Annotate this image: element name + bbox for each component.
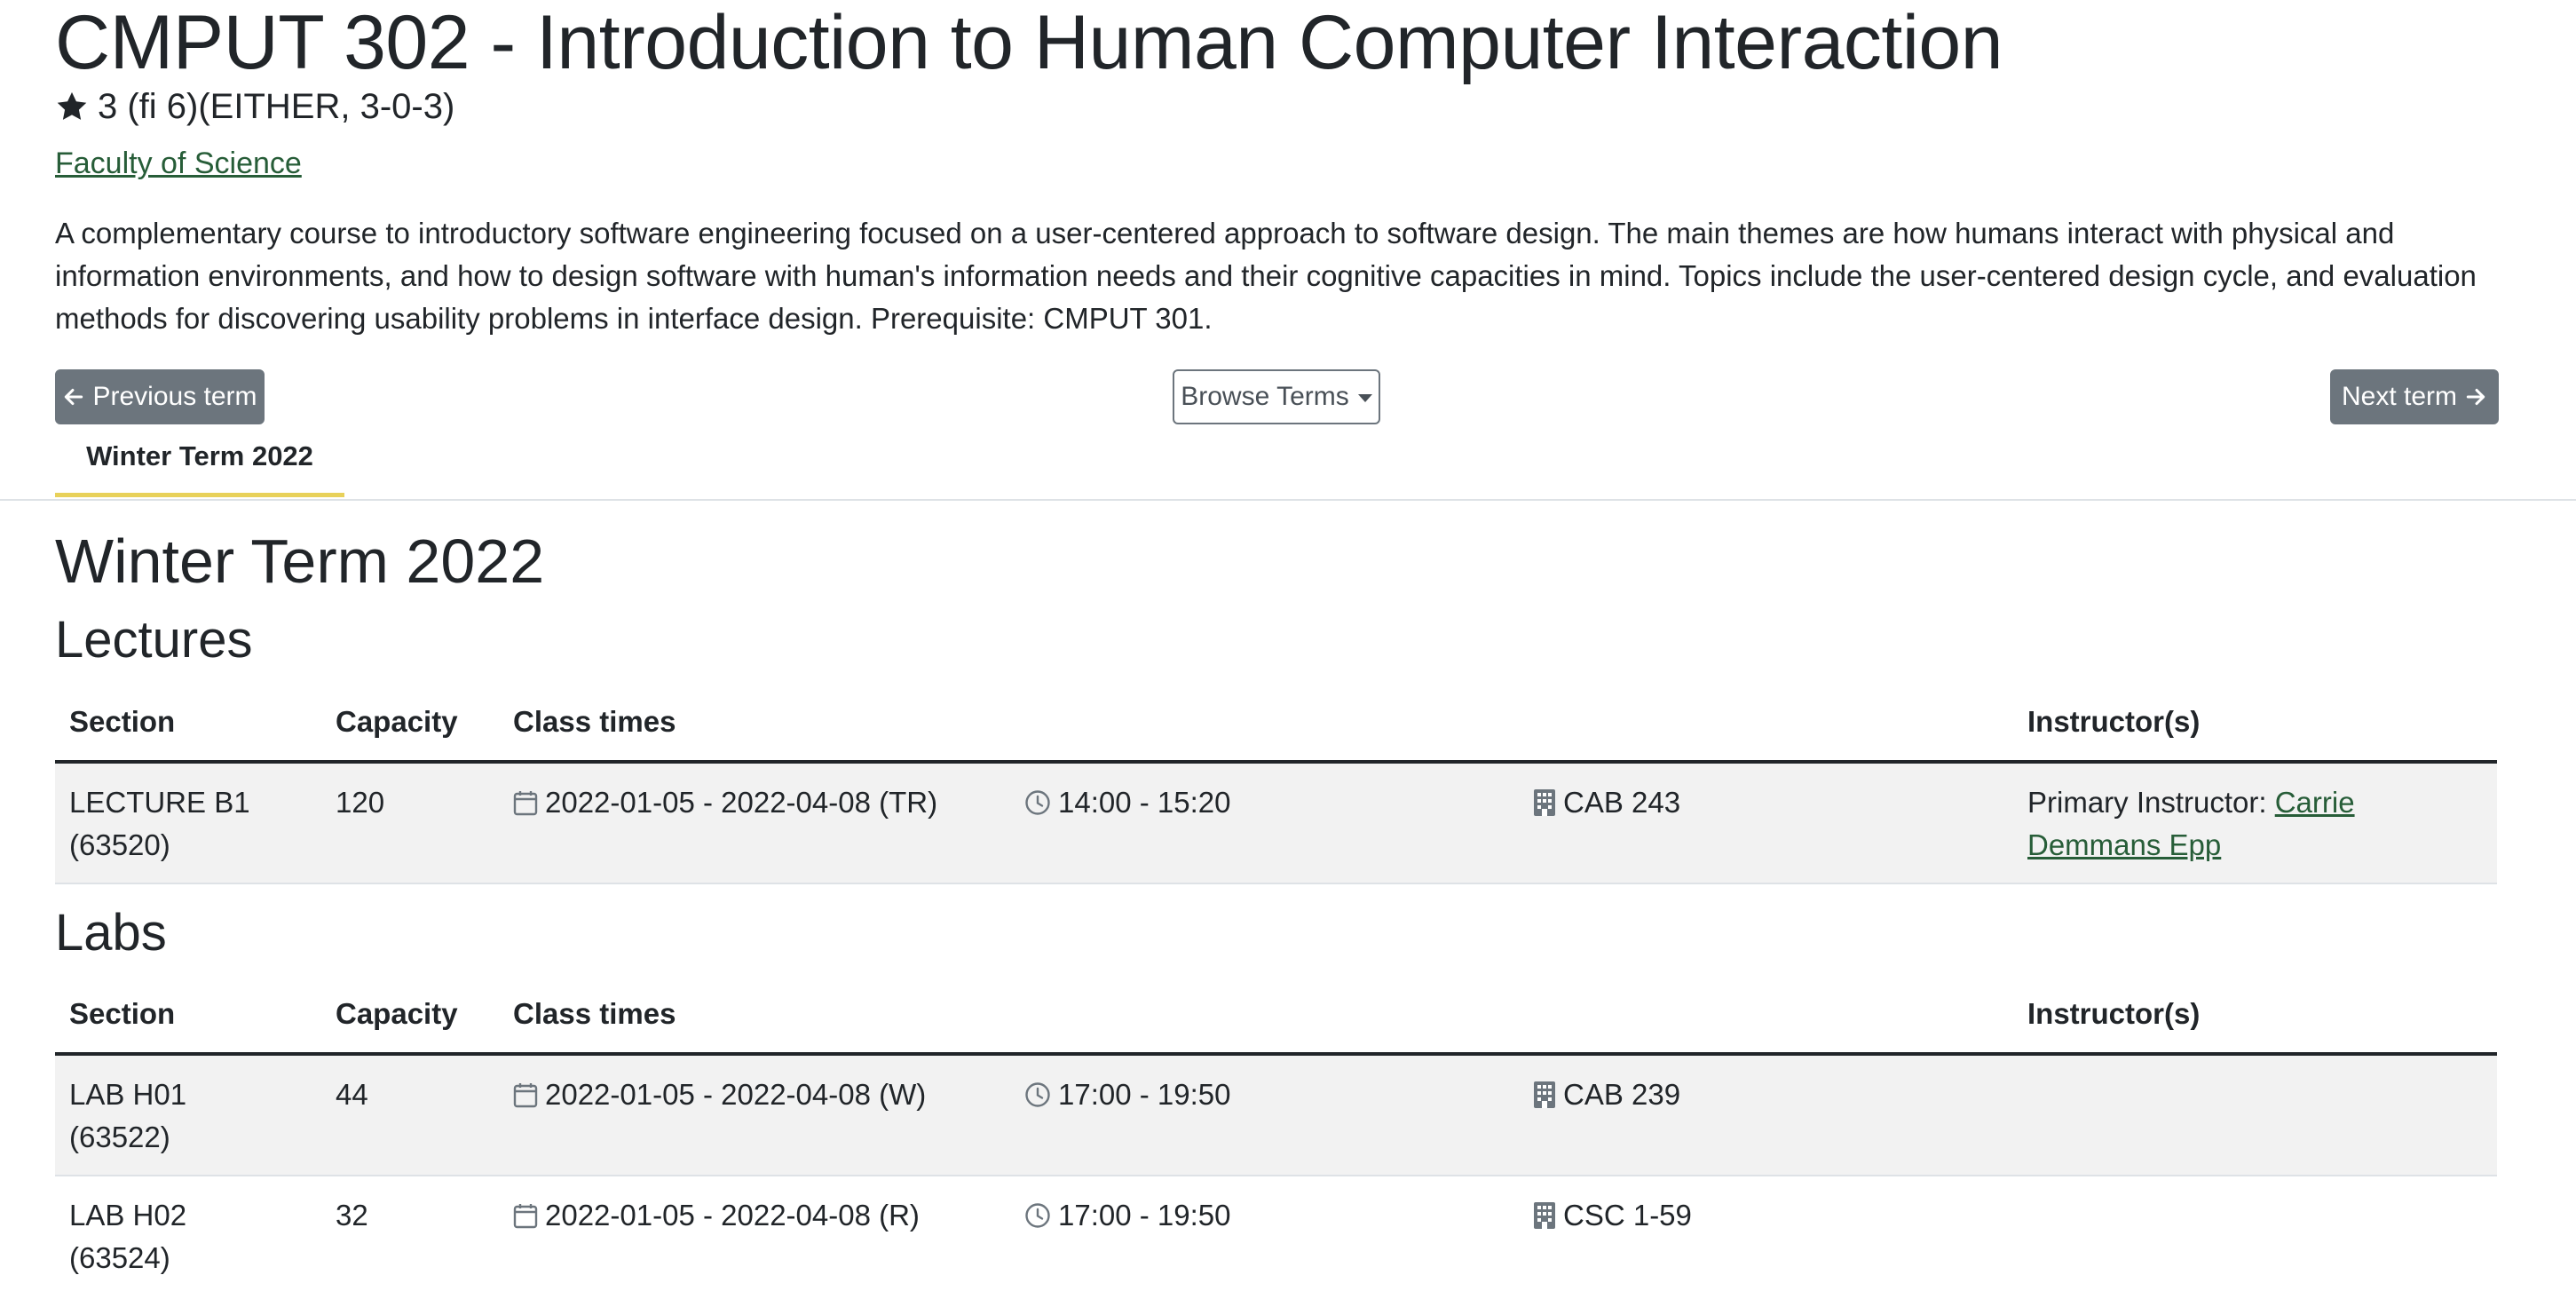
building-icon xyxy=(1533,788,1556,817)
section-name: LAB H02 xyxy=(69,1199,187,1232)
time-cell: 14:00 - 15:20 xyxy=(1010,762,1519,884)
capacity-cell: 44 xyxy=(321,1054,499,1176)
dates-text: 2022-01-05 - 2022-04-08 (W) xyxy=(545,1078,927,1111)
room-cell: CAB 239 xyxy=(1519,1054,2013,1176)
next-term-label: Next term xyxy=(2341,382,2458,411)
table-row: LECTURE B1 (63520) 120 2022-01-05 - 2022… xyxy=(55,762,2497,884)
faculty-link[interactable]: Faculty of Science xyxy=(55,144,302,183)
time-text: 17:00 - 19:50 xyxy=(1058,1199,1231,1232)
calendar-icon xyxy=(513,1202,538,1229)
caret-down-icon xyxy=(1357,393,1372,402)
star-icon xyxy=(55,90,89,123)
calendar-icon xyxy=(513,1081,538,1108)
column-header-class-times: Class times xyxy=(499,684,2013,764)
clock-icon xyxy=(1024,1202,1051,1229)
time-text: 14:00 - 15:20 xyxy=(1058,786,1231,819)
building-icon xyxy=(1533,1201,1556,1230)
course-credits: 3 (fi 6)(EITHER, 3-0-3) xyxy=(55,82,454,131)
browse-terms-label: Browse Terms xyxy=(1181,382,1349,411)
tab-winter-term-2022[interactable]: Winter Term 2022 xyxy=(55,437,344,497)
course-page: CMPUT 302 - Introduction to Human Comput… xyxy=(0,0,2576,1291)
table-header-row: Section Capacity Class times Instructor(… xyxy=(55,976,2497,1056)
credits-text: 3 (fi 6)(EITHER, 3-0-3) xyxy=(98,87,455,126)
instructor-cell xyxy=(2013,1054,2497,1176)
capacity-cell: 32 xyxy=(321,1176,499,1291)
section-cell: LAB H01 (63522) xyxy=(55,1054,321,1176)
section-id: (63520) xyxy=(69,828,170,861)
clock-icon xyxy=(1024,789,1051,816)
column-header-capacity: Capacity xyxy=(321,684,499,764)
term-heading: Winter Term 2022 xyxy=(55,527,545,596)
dates-text: 2022-01-05 - 2022-04-08 (TR) xyxy=(545,786,938,819)
time-cell: 17:00 - 19:50 xyxy=(1010,1054,1519,1176)
column-header-class-times: Class times xyxy=(499,976,2013,1056)
next-term-button[interactable]: Next term xyxy=(2330,369,2499,424)
arrow-left-icon xyxy=(62,385,85,408)
room-text: CAB 243 xyxy=(1563,786,1681,819)
column-header-section: Section xyxy=(55,976,321,1056)
room-text: CAB 239 xyxy=(1563,1078,1681,1111)
previous-term-button[interactable]: Previous term xyxy=(55,369,265,424)
table-header-row: Section Capacity Class times Instructor(… xyxy=(55,684,2497,764)
labs-table: Section Capacity Class times Instructor(… xyxy=(55,976,2497,1291)
tab-divider xyxy=(0,499,2576,501)
browse-terms-button[interactable]: Browse Terms xyxy=(1173,369,1380,424)
section-id: (63524) xyxy=(69,1241,170,1274)
column-header-instructors: Instructor(s) xyxy=(2013,684,2497,764)
column-header-capacity: Capacity xyxy=(321,976,499,1056)
column-header-section: Section xyxy=(55,684,321,764)
labs-heading: Labs xyxy=(55,904,167,962)
time-text: 17:00 - 19:50 xyxy=(1058,1078,1231,1111)
instructor-label: Primary Instructor: xyxy=(2027,786,2275,819)
dates-cell: 2022-01-05 - 2022-04-08 (W) xyxy=(499,1054,1010,1176)
section-name: LECTURE B1 xyxy=(69,786,250,819)
section-name: LAB H01 xyxy=(69,1078,187,1111)
time-cell: 17:00 - 19:50 xyxy=(1010,1176,1519,1291)
dates-cell: 2022-01-05 - 2022-04-08 (TR) xyxy=(499,762,1010,884)
room-cell: CSC 1-59 xyxy=(1519,1176,2013,1291)
instructor-cell: Primary Instructor: Carrie Demmans Epp xyxy=(2013,762,2497,884)
clock-icon xyxy=(1024,1081,1051,1108)
previous-term-label: Previous term xyxy=(92,382,257,411)
dates-text: 2022-01-05 - 2022-04-08 (R) xyxy=(545,1199,920,1232)
course-title: CMPUT 302 - Introduction to Human Comput… xyxy=(55,0,2003,85)
table-row: LAB H02 (63524) 32 2022-01-05 - 2022-04-… xyxy=(55,1176,2497,1291)
arrow-right-icon xyxy=(2464,385,2487,408)
course-description: A complementary course to introductory s… xyxy=(55,217,2477,335)
lectures-heading: Lectures xyxy=(55,611,253,669)
section-id: (63522) xyxy=(69,1121,170,1153)
calendar-icon xyxy=(513,789,538,816)
section-cell: LAB H02 (63524) xyxy=(55,1176,321,1291)
lectures-table: Section Capacity Class times Instructor(… xyxy=(55,684,2497,884)
capacity-cell: 120 xyxy=(321,762,499,884)
building-icon xyxy=(1533,1081,1556,1109)
room-cell: CAB 243 xyxy=(1519,762,2013,884)
section-cell: LECTURE B1 (63520) xyxy=(55,762,321,884)
instructor-cell xyxy=(2013,1176,2497,1291)
room-text: CSC 1-59 xyxy=(1563,1199,1692,1232)
table-row: LAB H01 (63522) 44 2022-01-05 - 2022-04-… xyxy=(55,1054,2497,1176)
column-header-instructors: Instructor(s) xyxy=(2013,976,2497,1056)
dates-cell: 2022-01-05 - 2022-04-08 (R) xyxy=(499,1176,1010,1291)
